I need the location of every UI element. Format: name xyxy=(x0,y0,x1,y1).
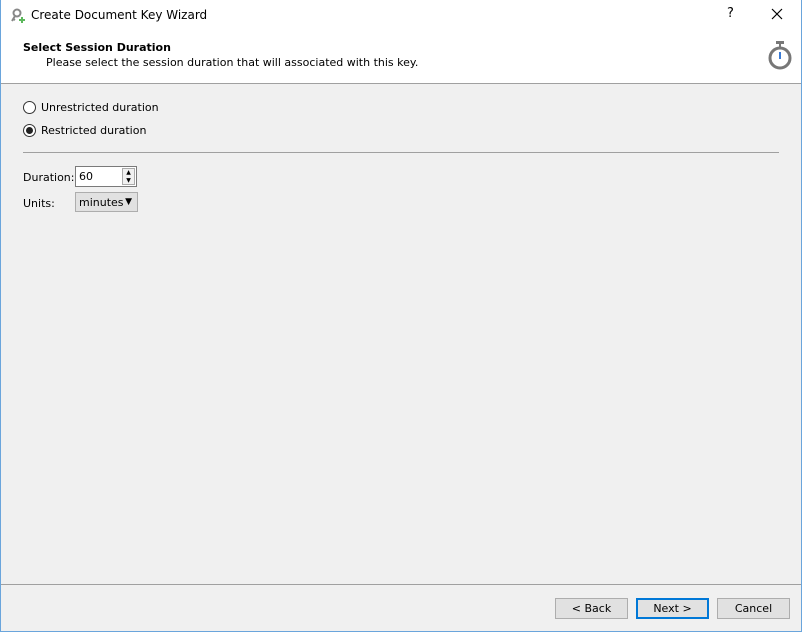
help-button[interactable]: ? xyxy=(727,6,734,21)
wizard-window: Create Document Key Wizard ? Select Sess… xyxy=(0,0,802,632)
duration-label: Duration: xyxy=(23,171,75,184)
unrestricted-duration-radio[interactable]: Unrestricted duration xyxy=(23,101,159,114)
radio-button-on[interactable] xyxy=(23,124,36,137)
duration-value[interactable]: 60 xyxy=(79,170,93,183)
units-value: minutes xyxy=(79,196,124,209)
cancel-button[interactable]: Cancel xyxy=(717,598,790,619)
units-dropdown[interactable]: minutes ▼ xyxy=(75,192,138,212)
page-subtitle: Please select the session duration that … xyxy=(46,56,419,69)
arrow-down-icon[interactable]: ▼ xyxy=(123,177,134,185)
spin-arrows[interactable]: ▲ ▼ xyxy=(122,168,135,185)
footer-divider xyxy=(1,584,801,585)
page-title: Select Session Duration xyxy=(23,41,171,54)
divider xyxy=(23,152,779,153)
restricted-duration-radio[interactable]: Restricted duration xyxy=(23,124,146,137)
units-label: Units: xyxy=(23,197,55,210)
close-icon[interactable] xyxy=(771,8,783,20)
window-title: Create Document Key Wizard xyxy=(31,8,208,22)
radio-button-off[interactable] xyxy=(23,101,36,114)
chevron-down-icon: ▼ xyxy=(125,197,132,207)
back-button[interactable]: < Back xyxy=(555,598,628,619)
radio-label: Unrestricted duration xyxy=(41,101,159,114)
title-bar: Create Document Key Wizard ? xyxy=(1,0,801,31)
radio-label: Restricted duration xyxy=(41,124,147,137)
next-button[interactable]: Next > xyxy=(636,598,709,619)
duration-spinbox[interactable]: 60 ▲ ▼ xyxy=(75,166,137,187)
wizard-header: Select Session Duration Please select th… xyxy=(1,31,801,84)
arrow-up-icon[interactable]: ▲ xyxy=(123,169,134,177)
key-add-icon xyxy=(11,8,25,23)
stopwatch-icon xyxy=(768,41,792,70)
